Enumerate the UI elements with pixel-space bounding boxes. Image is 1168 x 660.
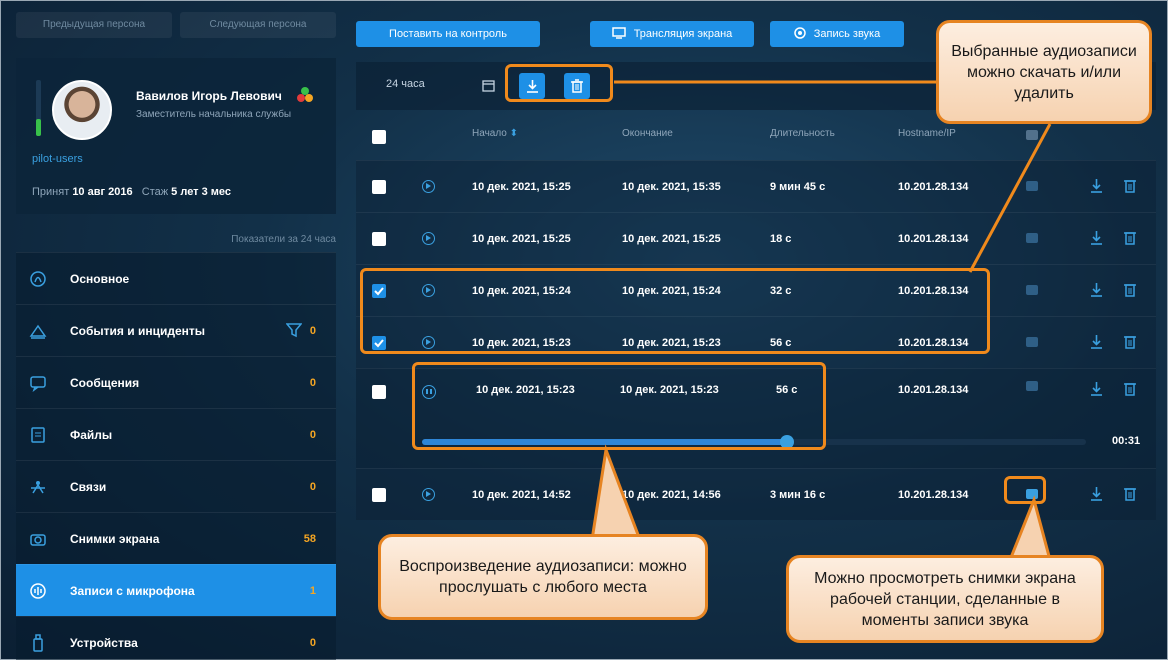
callout-selected: Выбранные аудиозаписи можно скачать и/ил… xyxy=(936,20,1152,124)
callout-screenshots: Можно просмотреть снимки экрана рабочей … xyxy=(786,555,1104,643)
highlight-bulk-actions xyxy=(505,64,613,102)
highlight-playback xyxy=(412,362,826,450)
highlight-selected-rows xyxy=(360,268,990,354)
callout-playback: Воспроизведение аудиозаписи: можно просл… xyxy=(378,534,708,620)
highlight-camera xyxy=(1004,476,1046,504)
